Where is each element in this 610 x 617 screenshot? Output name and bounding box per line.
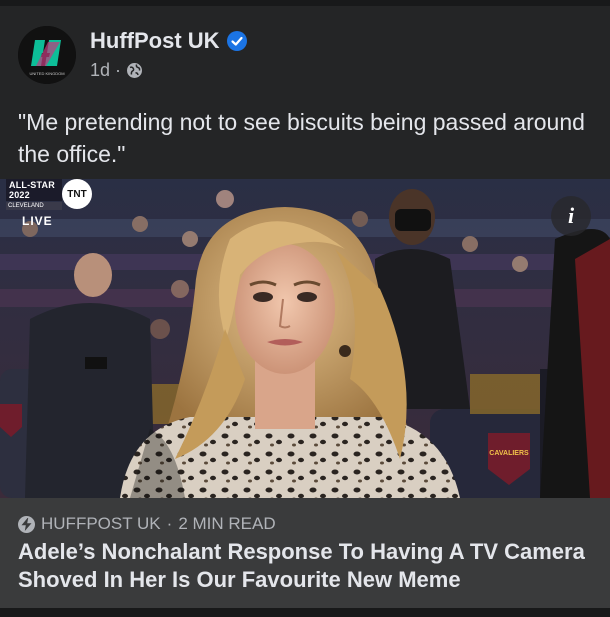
facebook-post: UNITED KINGDOM HuffPost UK 1d · "Me pret… <box>0 0 610 617</box>
globe-icon[interactable] <box>126 62 143 79</box>
link-source-row: HUFFPOST UK · 2 MIN READ <box>18 514 276 534</box>
verified-badge-icon <box>226 31 247 51</box>
tnt-logo: TNT <box>62 179 92 209</box>
avatar-subtext: UNITED KINGDOM <box>29 71 64 76</box>
post-caption: "Me pretending not to see biscuits being… <box>18 109 585 167</box>
top-divider <box>0 0 610 6</box>
instant-article-bolt-icon <box>18 515 35 533</box>
adele-courtside-photo: CAVALIERS <box>0 179 610 498</box>
post-image[interactable]: CAVALIERS ALL-STAR 2022 CLEVELAND LIVE T… <box>0 179 610 498</box>
link-source: HUFFPOST UK <box>41 514 161 533</box>
avatar[interactable]: UNITED KINGDOM <box>18 26 76 84</box>
link-dot: · <box>166 514 173 533</box>
page-name-row: HuffPost UK <box>90 28 247 54</box>
allstar-label: ALL-STAR 2022 <box>6 179 62 201</box>
score-box: CLEVELAND <box>6 202 62 210</box>
broadcast-bug: ALL-STAR 2022 CLEVELAND LIVE <box>6 179 62 228</box>
huffpost-logo-icon: UNITED KINGDOM <box>18 26 76 84</box>
bottom-divider <box>0 608 610 617</box>
post-header: UNITED KINGDOM HuffPost UK 1d · <box>18 26 588 86</box>
info-icon[interactable]: i <box>551 196 591 236</box>
live-label: LIVE <box>22 214 53 228</box>
post-timestamp[interactable]: 1d <box>90 60 110 81</box>
link-read-time: 2 MIN READ <box>178 514 276 533</box>
link-preview-card[interactable]: HUFFPOST UK · 2 MIN READ Adele’s Nonchal… <box>0 498 610 608</box>
page-name-link[interactable]: HuffPost UK <box>90 28 220 54</box>
seat-logo-text: CAVALIERS <box>489 450 529 457</box>
link-title[interactable]: Adele’s Nonchalant Response To Having A … <box>18 538 603 594</box>
meta-separator: · <box>115 60 122 80</box>
post-meta: 1d · <box>90 60 143 81</box>
